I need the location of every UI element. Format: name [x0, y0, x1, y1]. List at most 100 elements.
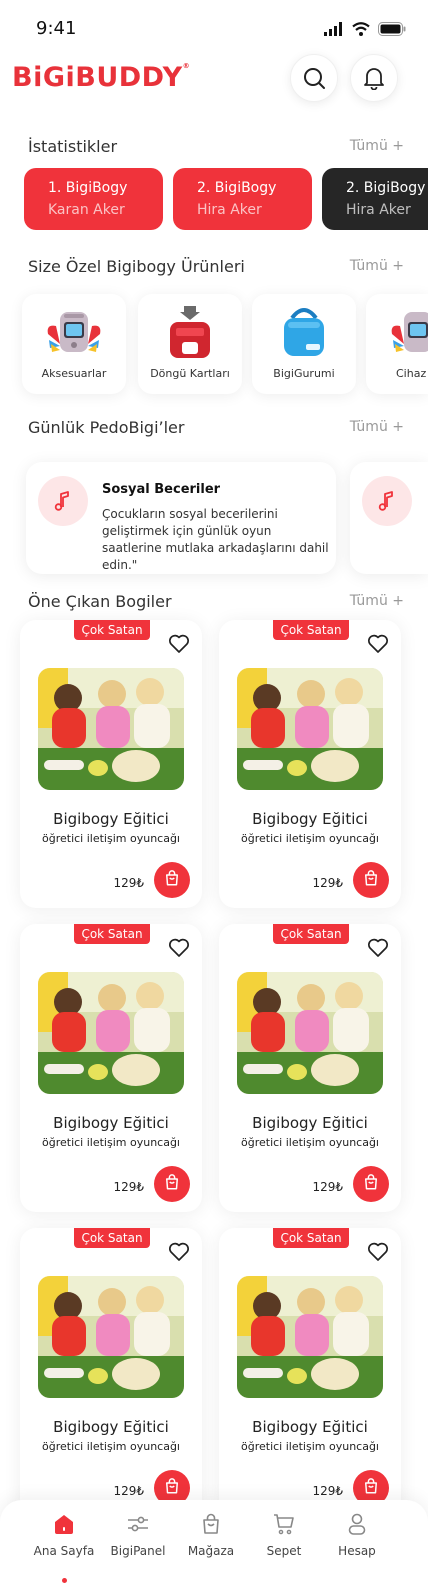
search-icon: [304, 68, 325, 89]
product-subtitle: öğretici iletişim oyuncağı: [42, 1440, 180, 1453]
product-title: Bigibogy Eğitici: [252, 810, 368, 828]
cycle-cards-image: [170, 306, 210, 358]
product-title: Bigibogy Eğitici: [53, 1114, 169, 1132]
bestseller-badge: Çok Satan: [74, 1228, 150, 1248]
product-card[interactable]: Çok Satan Bigibogy Eğitici öğretici iletiş…: [20, 620, 202, 908]
product-subtitle: öğretici iletişim oyuncağı: [241, 1440, 379, 1453]
bestseller-badge: Çok Satan: [273, 620, 349, 640]
stat-rank: 2. BigiBogy: [346, 180, 426, 196]
product-price: 129₺: [312, 876, 343, 890]
product-title: Bigibogy Eğitici: [252, 1418, 368, 1436]
app-header: BiGiBUDDY®: [0, 50, 428, 106]
favorite-heart-icon[interactable]: [168, 634, 190, 658]
bigibogy-device-image: [47, 312, 101, 352]
add-to-cart-button[interactable]: [154, 862, 190, 898]
bestseller-badge: Çok Satan: [273, 1228, 349, 1248]
tip-title: Sosyal Beceriler: [102, 482, 221, 497]
bestseller-badge: Çok Satan: [74, 620, 150, 640]
tip-card[interactable]: Sosyal Beceriler Çocukların sosyal becer…: [26, 462, 336, 574]
product-card[interactable]: Çok Satan Bigibogy Eğitici öğretici iletiş…: [219, 1228, 401, 1516]
tip-card[interactable]: [350, 462, 428, 574]
bigigurumi-image: [284, 308, 324, 356]
product-card[interactable]: Çok Satan Bigibogy Eğitici öğretici iletiş…: [20, 1228, 202, 1516]
product-category-accessories[interactable]: Aksesuarlar: [22, 294, 126, 394]
product-category-label: BigiGurumi: [273, 367, 335, 380]
shopping-bag-icon: [362, 1173, 380, 1195]
tab-account[interactable]: Hesap: [317, 1512, 397, 1558]
status-time: 9:41: [36, 18, 77, 39]
stat-rank: 1. BigiBogy: [48, 180, 128, 196]
product-photo: [38, 972, 184, 1094]
product-photo: [38, 1276, 184, 1398]
music-note-icon: [38, 476, 88, 526]
bottom-tab-bar: Ana Sayfa BigiPanel Mağaza Sepet Hesap: [0, 1500, 428, 1594]
status-bar: 9:41: [0, 0, 428, 56]
favorite-heart-icon[interactable]: [367, 938, 389, 962]
search-button[interactable]: [290, 54, 338, 102]
bestseller-badge: Çok Satan: [74, 924, 150, 944]
featured-see-all-link[interactable]: Tümü +: [350, 593, 404, 609]
tab-label: Sepet: [266, 1544, 302, 1558]
add-to-cart-button[interactable]: [154, 1166, 190, 1202]
featured-section-title: Öne Çıkan Bogiler: [28, 592, 172, 611]
stat-rank: 2. BigiBogy: [197, 180, 277, 196]
add-to-cart-button[interactable]: [353, 1166, 389, 1202]
shopping-bag-icon: [203, 1513, 219, 1534]
product-card[interactable]: Çok Satan Bigibogy Eğitici öğretici iletiş…: [20, 924, 202, 1212]
cart-icon: [274, 1514, 294, 1535]
favorite-heart-icon[interactable]: [367, 1242, 389, 1266]
active-tab-indicator: [62, 1578, 67, 1583]
product-photo: [237, 1276, 383, 1398]
shopping-bag-icon: [362, 1477, 380, 1499]
stat-card[interactable]: 2. BigiBogy Hira Aker: [322, 168, 428, 230]
product-category-cards[interactable]: Döngü Kartları: [138, 294, 242, 394]
favorite-heart-icon[interactable]: [168, 1242, 190, 1266]
shopping-bag-icon: [163, 869, 181, 891]
product-photo: [38, 668, 184, 790]
wifi-icon: [352, 22, 370, 36]
notifications-button[interactable]: [350, 54, 398, 102]
tips-see-all-link[interactable]: Tümü +: [350, 419, 404, 435]
product-category-device[interactable]: Cihaz: [366, 294, 428, 394]
signal-icon: [324, 22, 342, 36]
tab-bigipanel[interactable]: BigiPanel: [98, 1512, 178, 1558]
product-price: 129₺: [312, 1180, 343, 1194]
add-to-cart-button[interactable]: [353, 862, 389, 898]
tab-cart[interactable]: Sepet: [244, 1512, 324, 1558]
product-subtitle: öğretici iletişim oyuncağı: [241, 1136, 379, 1149]
product-card[interactable]: Çok Satan Bigibogy Eğitici öğretici iletiş…: [219, 924, 401, 1212]
tips-section-title: Günlük PedoBigi’ler: [28, 418, 185, 437]
product-price: 129₺: [113, 876, 144, 890]
shopping-bag-icon: [362, 869, 380, 891]
product-category-label: Aksesuarlar: [41, 367, 107, 380]
favorite-heart-icon[interactable]: [367, 634, 389, 658]
product-subtitle: öğretici iletişim oyuncağı: [241, 832, 379, 845]
sliders-icon: [128, 1516, 148, 1532]
product-price: 129₺: [312, 1484, 343, 1498]
products-see-all-link[interactable]: Tümü +: [350, 258, 404, 274]
favorite-heart-icon[interactable]: [168, 938, 190, 962]
stats-see-all-link[interactable]: Tümü +: [350, 138, 404, 154]
product-subtitle: öğretici iletişim oyuncağı: [42, 1136, 180, 1149]
music-note-icon: [362, 476, 412, 526]
bestseller-badge: Çok Satan: [273, 924, 349, 944]
tip-text: Çocukların sosyal becerilerini geliştirm…: [102, 507, 329, 572]
product-price: 129₺: [113, 1180, 144, 1194]
product-card[interactable]: Çok Satan Bigibogy Eğitici öğretici iletiş…: [219, 620, 401, 908]
stats-section-title: İstatistikler: [28, 137, 118, 156]
stat-card[interactable]: 1. BigiBogy Karan Aker: [24, 168, 163, 230]
tab-store[interactable]: Mağaza: [171, 1512, 251, 1558]
product-category-label: Döngü Kartları: [150, 367, 230, 380]
tab-home[interactable]: Ana Sayfa: [24, 1512, 104, 1558]
product-photo: [237, 668, 383, 790]
bigibogy-device-image: [391, 312, 428, 352]
stat-card[interactable]: 2. BigiBogy Hira Aker: [173, 168, 312, 230]
tab-label: Mağaza: [187, 1544, 235, 1558]
product-title: Bigibogy Eğitici: [53, 810, 169, 828]
tab-label: Ana Sayfa: [33, 1544, 95, 1558]
stat-name: Hira Aker: [197, 202, 262, 218]
battery-icon: [378, 22, 406, 36]
product-title: Bigibogy Eğitici: [53, 1418, 169, 1436]
product-category-bigigurumi[interactable]: BigiGurumi: [252, 294, 356, 394]
user-icon: [348, 1513, 366, 1535]
